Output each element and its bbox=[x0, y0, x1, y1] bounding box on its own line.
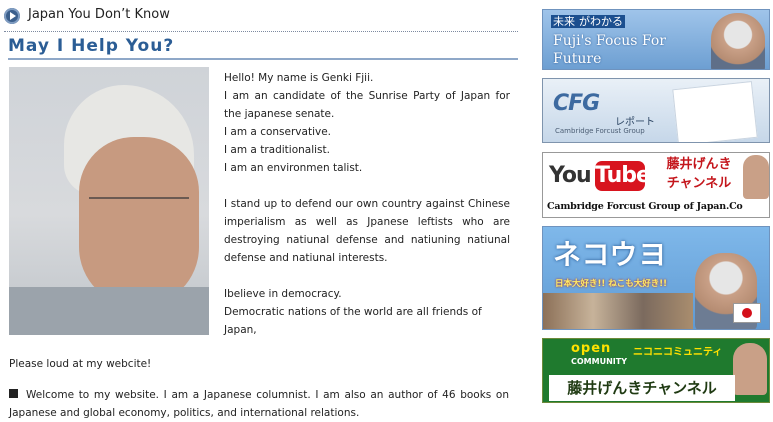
report-sheet-graphic bbox=[672, 80, 758, 142]
bio-line: I am a conservative. bbox=[224, 126, 331, 138]
nekouyo-subtitle: 日本大好き!! ねこも大好き!! bbox=[555, 279, 667, 289]
bio-stand-up: I stand up to defend our own country aga… bbox=[224, 198, 510, 264]
portrait-photo bbox=[9, 67, 209, 335]
cats-photo bbox=[543, 293, 693, 329]
bio-line: I am a traditionalist. bbox=[224, 144, 330, 156]
visit-message: Please loud at my webcite! bbox=[9, 358, 152, 370]
youtube-caption: Cambridge Forcust Group of Japan.Co bbox=[547, 201, 743, 212]
community-label: COMMUNITY bbox=[571, 357, 628, 366]
bio-line: I am an candidate of the Sunrise Party o… bbox=[224, 90, 510, 120]
title-divider bbox=[8, 58, 518, 60]
japan-flag-icon bbox=[733, 303, 761, 323]
youtube-logo-tube: Tube bbox=[595, 161, 651, 191]
tag-rest: がわかる bbox=[577, 15, 625, 28]
dotted-divider bbox=[4, 31, 518, 32]
banner-portrait bbox=[733, 343, 767, 395]
banner-nekouyo[interactable]: ネコウヨ 日本大好き!! ねこも大好き!! bbox=[542, 226, 770, 330]
section-title: Japan You Don’t Know bbox=[28, 7, 170, 22]
welcome-text: Welcome to my website. I am a Japanese c… bbox=[9, 389, 509, 419]
banner-title: Fuji's Focus For Future bbox=[553, 33, 666, 67]
banner-youtube-channel[interactable]: You Tube 藤井げんき チャンネル Cambridge Forcust G… bbox=[542, 152, 770, 218]
cfg-subtitle: Cambridge Forcust Group bbox=[555, 127, 645, 135]
channel-name-line1: 藤井げんき bbox=[666, 157, 732, 172]
banner-fujis-focus[interactable]: 未来 がわかる Fuji's Focus For Future bbox=[542, 9, 770, 70]
banner-cfg-report[interactable]: CFG レポート Cambridge Forcust Group bbox=[542, 78, 770, 143]
banner-tag: 未来 がわかる bbox=[551, 13, 625, 29]
report-label: レポート bbox=[615, 117, 655, 128]
square-bullet-icon bbox=[9, 389, 18, 398]
cfg-logo: CFG bbox=[553, 91, 600, 116]
page-title: May I Help You? bbox=[8, 36, 175, 56]
bio-democracy: Democratic nations of the world are all … bbox=[224, 306, 482, 336]
portrait-glasses bbox=[89, 197, 189, 219]
niconico-community-label: ニコニコミュニティ bbox=[633, 347, 723, 358]
welcome-paragraph: Welcome to my website. I am a Japanese c… bbox=[9, 386, 509, 422]
youtube-logo-you: You bbox=[549, 163, 592, 188]
banner-portrait bbox=[711, 13, 765, 69]
banner-portrait bbox=[743, 155, 769, 199]
channel-name: 藤井げんきチャンネル bbox=[549, 375, 735, 401]
tag-highlight: 未来 bbox=[551, 15, 577, 28]
section-header: Japan You Don’t Know bbox=[4, 6, 518, 32]
circle-arrow-icon bbox=[4, 8, 20, 24]
portrait-face bbox=[79, 137, 199, 307]
bio-text: Hello! My name is Genki Fjii. I am an ca… bbox=[224, 69, 510, 339]
bio-line: Hello! My name is Genki Fjii. bbox=[224, 72, 374, 84]
bio-democracy: Ibelieve in democracy. bbox=[224, 288, 342, 300]
youtube-channel-name: 藤井げんき チャンネル bbox=[651, 155, 747, 193]
bio-line: I am an environmen talist. bbox=[224, 162, 363, 174]
banner-open-community[interactable]: open COMMUNITY ニコニコミュニティ 藤井げんきチャンネル bbox=[542, 338, 770, 403]
channel-name-line2: チャンネル bbox=[666, 176, 732, 191]
open-label: open bbox=[571, 341, 612, 356]
portrait-shirt bbox=[9, 287, 209, 335]
nekouyo-title: ネコウヨ bbox=[553, 238, 668, 271]
